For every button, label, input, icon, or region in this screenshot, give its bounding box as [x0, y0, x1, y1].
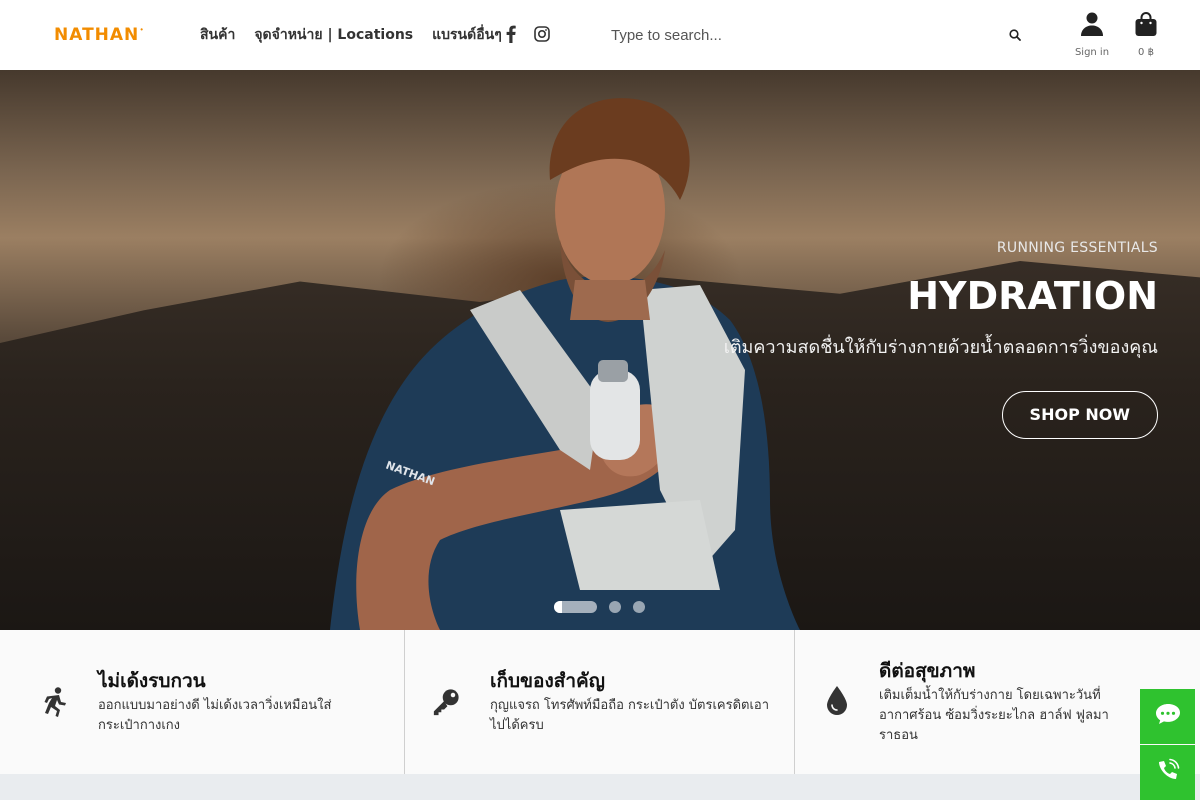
logo-text: NATHAN [54, 25, 140, 45]
shop-now-button[interactable]: SHOP NOW [1001, 391, 1158, 439]
hero-content: RUNNING ESSENTIALS HYDRATION เติมความสดช… [598, 240, 1158, 439]
instagram-icon[interactable] [533, 24, 551, 44]
feature-title: ดีต่อสุขภาพ [879, 660, 976, 682]
nav-item-products[interactable]: สินค้า [200, 24, 235, 46]
cart-total: 0 ฿ [1138, 47, 1154, 58]
facebook-icon[interactable] [502, 24, 520, 44]
nav-item-locations[interactable]: จุดจำหน่าย | Locations [254, 24, 413, 46]
search-icon[interactable] [1007, 27, 1023, 43]
hero-kicker: RUNNING ESSENTIALS [996, 240, 1158, 256]
hero-slider: NATHAN RUNNING ESSENTIALS HYDRATION เติม… [0, 70, 1200, 630]
slider-dot-2[interactable] [609, 601, 621, 613]
social-links [502, 24, 564, 44]
key-icon [432, 687, 460, 717]
feature-description: ออกแบบมาอย่างดี ไม่เด้งเวลาวิ่งเหมือนใส่… [98, 698, 332, 733]
feature-title: เก็บของสำคัญ [490, 670, 605, 692]
shopping-bag-icon [1135, 12, 1157, 41]
chat-icon [1155, 703, 1181, 730]
site-header: NATHAN • สินค้า จุดจำหน่าย | Locations แ… [0, 0, 1200, 70]
hero-title: HYDRATION [907, 274, 1158, 318]
running-person-icon [41, 687, 69, 717]
page-bottom-band [0, 774, 1200, 800]
slider-dot-3[interactable] [633, 601, 645, 613]
features-strip: ไม่เด้งรบกวน ออกแบบมาอย่างดี ไม่เด้งเวลา… [0, 630, 1200, 774]
main-nav: สินค้า จุดจำหน่าย | Locations แบรนด์อื่น… [200, 0, 521, 70]
nav-item-other-brands[interactable]: แบรนด์อื่นๆ [432, 24, 502, 46]
feature-description: เติมเต็มน้ำให้กับร่างกาย โดยเฉพาะวันที่อ… [879, 688, 1109, 743]
cart-button[interactable]: 0 ฿ [1130, 12, 1162, 58]
feature-item: ไม่เด้งรบกวน ออกแบบมาอย่างดี ไม่เด้งเวลา… [0, 630, 405, 774]
logo-registered-mark: • [140, 25, 144, 34]
sign-in-label: Sign in [1074, 47, 1110, 58]
hero-subtitle: เติมความสดชื่นให้กับร่างกายด้วยน้ำตลอดกา… [723, 337, 1158, 358]
feature-title: ไม่เด้งรบกวน [98, 670, 206, 692]
slider-dot-1[interactable] [554, 601, 597, 613]
feature-item: เก็บของสำคัญ กุญแจรถ โทรศัพท์มือถือ กระเ… [405, 630, 795, 774]
sign-in-button[interactable]: Sign in [1074, 12, 1110, 58]
user-icon [1081, 12, 1103, 41]
search-bar [599, 15, 1029, 55]
feature-description: กุญแจรถ โทรศัพท์มือถือ กระเป๋าตัง บัตรเค… [490, 698, 770, 733]
phone-button[interactable] [1140, 745, 1195, 800]
water-drop-icon [823, 685, 851, 715]
slider-dots [554, 601, 657, 613]
nathan-logo[interactable]: NATHAN • [54, 25, 144, 45]
chat-button[interactable] [1140, 689, 1195, 744]
phone-icon [1156, 758, 1180, 787]
search-input[interactable] [599, 15, 989, 55]
